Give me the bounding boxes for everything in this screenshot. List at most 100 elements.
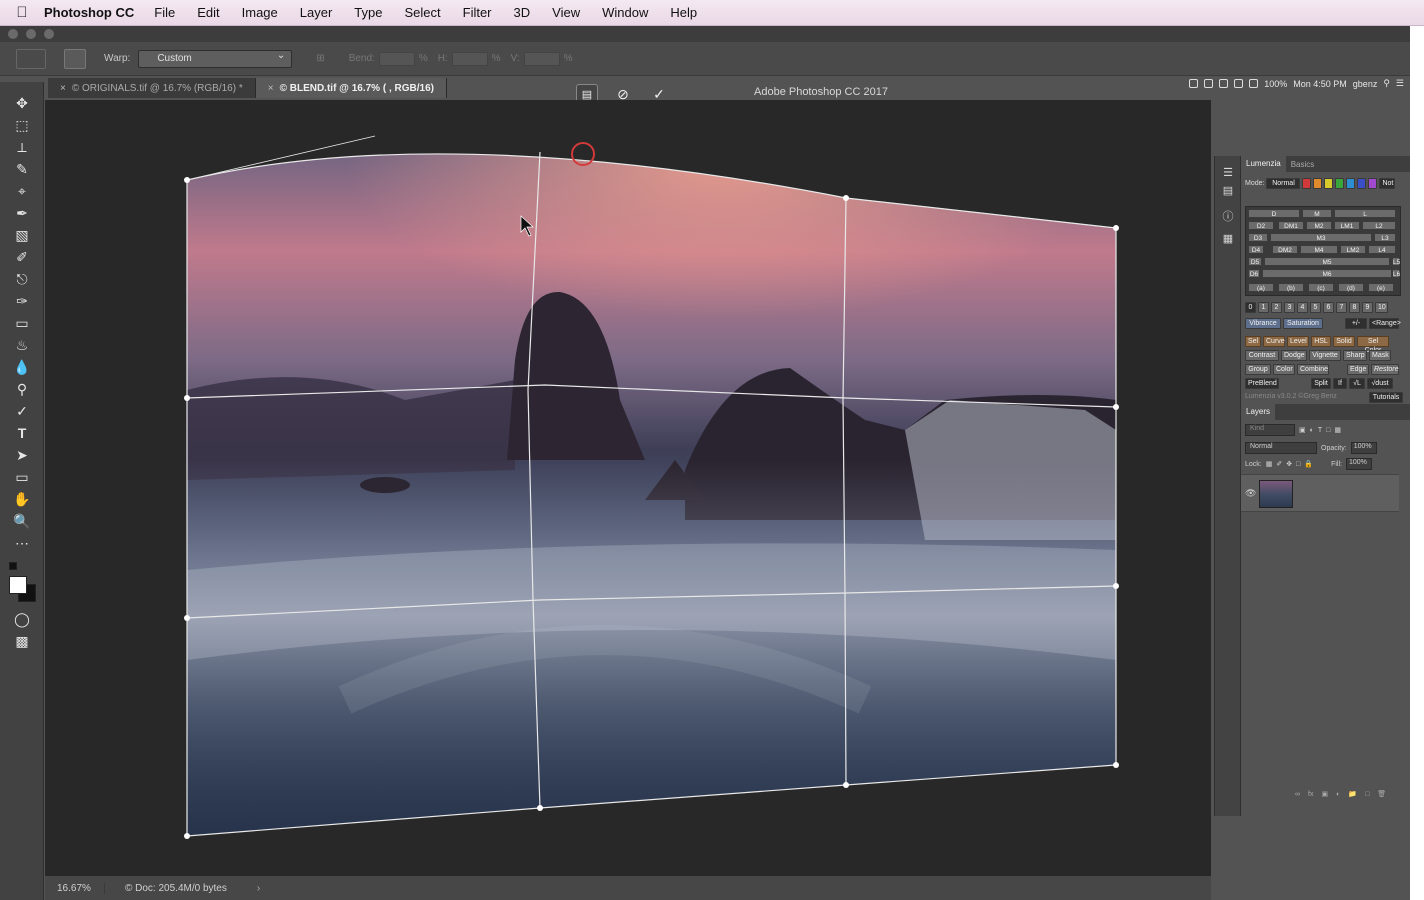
menu-select[interactable]: Select bbox=[404, 5, 440, 20]
restore-button[interactable]: Restore bbox=[1371, 364, 1399, 375]
color-swatch-cyan[interactable] bbox=[1346, 178, 1356, 189]
menu-image[interactable]: Image bbox=[242, 5, 278, 20]
lock-image-icon[interactable]: ✐ bbox=[1276, 460, 1282, 468]
add-mask-icon[interactable]: ▣ bbox=[1321, 790, 1328, 798]
status-menu-icon[interactable]: › bbox=[257, 883, 260, 894]
menu-3d[interactable]: 3D bbox=[514, 5, 531, 20]
color-swatch-red[interactable] bbox=[1302, 178, 1312, 189]
layer-thumbnail[interactable] bbox=[1259, 480, 1293, 508]
mask-b[interactable]: (b) bbox=[1278, 283, 1304, 292]
dodge-tool-icon[interactable]: ⚲ bbox=[10, 380, 34, 398]
more-tools-icon[interactable]: ⋯ bbox=[10, 534, 34, 552]
new-layer-icon[interactable]: □ bbox=[1365, 791, 1369, 798]
paint-bucket-tool-icon[interactable]: ♨ bbox=[10, 336, 34, 354]
plus-minus-button[interactable]: +/- bbox=[1345, 318, 1367, 329]
mask-l3[interactable]: L3 bbox=[1374, 233, 1396, 242]
sel-color-button[interactable]: Sel Color bbox=[1357, 336, 1389, 354]
mask-dm1[interactable]: DM1 bbox=[1278, 221, 1304, 230]
hand-tool-icon[interactable]: ✋ bbox=[10, 490, 34, 508]
mask-m[interactable]: M bbox=[1302, 209, 1332, 218]
filter-smart-icon[interactable]: ▦ bbox=[1334, 426, 1341, 434]
mask-d[interactable]: D bbox=[1248, 209, 1300, 218]
lock-artboard-icon[interactable]: □ bbox=[1296, 461, 1300, 468]
mask-e[interactable]: (e) bbox=[1368, 283, 1394, 292]
sharp-button[interactable]: Sharp bbox=[1343, 350, 1367, 361]
lock-transparent-icon[interactable]: ▦ bbox=[1266, 460, 1273, 468]
level-button[interactable]: Level bbox=[1287, 336, 1309, 347]
warp-style-select[interactable]: Custom bbox=[138, 48, 293, 68]
eraser-tool-icon[interactable]: ▭ bbox=[10, 314, 34, 332]
zone-5[interactable]: 5 bbox=[1310, 302, 1321, 313]
solid-button[interactable]: Solid bbox=[1333, 336, 1355, 347]
mask-button[interactable]: Mask bbox=[1369, 350, 1391, 361]
mask-lm2[interactable]: LM2 bbox=[1340, 245, 1366, 254]
mask-d4[interactable]: D4 bbox=[1248, 245, 1264, 254]
photo-with-warp-grid[interactable] bbox=[45, 100, 1211, 876]
close-window-icon[interactable] bbox=[8, 29, 18, 39]
mask-m3[interactable]: M3 bbox=[1270, 233, 1372, 242]
zone-6[interactable]: 6 bbox=[1323, 302, 1334, 313]
sqrt-l-button[interactable]: √L bbox=[1349, 378, 1365, 389]
preblend-button[interactable]: PreBlend bbox=[1245, 378, 1279, 389]
tool-preset-picker[interactable] bbox=[16, 48, 46, 69]
pen-tool-icon[interactable]: ✓ bbox=[10, 402, 34, 420]
histogram-panel-icon[interactable]: ▤ bbox=[1221, 184, 1235, 198]
history-brush-tool-icon[interactable]: ✑ bbox=[10, 292, 34, 310]
healing-tool-icon[interactable]: ▧ bbox=[10, 226, 34, 244]
notifications-icon[interactable]: ☰ bbox=[1396, 78, 1404, 89]
color-button[interactable]: Color bbox=[1273, 364, 1295, 375]
vignette-button[interactable]: Vignette bbox=[1309, 350, 1341, 361]
zoom-level[interactable]: 16.67% bbox=[45, 882, 105, 894]
link-layers-icon[interactable]: ∞ bbox=[1295, 791, 1300, 798]
zone-4[interactable]: 4 bbox=[1297, 302, 1308, 313]
filter-shape-icon[interactable]: □ bbox=[1326, 427, 1330, 434]
range-button[interactable]: <Range> bbox=[1369, 318, 1401, 329]
default-colors-icon[interactable] bbox=[9, 562, 17, 570]
filter-type-icon[interactable]: T bbox=[1318, 427, 1322, 434]
menu-window[interactable]: Window bbox=[602, 5, 648, 20]
mask-m2[interactable]: M2 bbox=[1306, 221, 1332, 230]
mask-m5[interactable]: M5 bbox=[1264, 257, 1390, 266]
zone-2[interactable]: 2 bbox=[1271, 302, 1282, 313]
apple-icon[interactable]:  bbox=[0, 4, 44, 21]
h-distortion-field[interactable] bbox=[451, 51, 488, 66]
shape-tool-icon[interactable]: ▭ bbox=[10, 468, 34, 486]
layer-row[interactable]: 👁 bbox=[1241, 474, 1399, 512]
zone-7[interactable]: 7 bbox=[1336, 302, 1347, 313]
delete-layer-icon[interactable]: 🗑 bbox=[1377, 790, 1386, 798]
menu-file[interactable]: File bbox=[154, 5, 175, 20]
group-button[interactable]: Group bbox=[1245, 364, 1271, 375]
screen-mode-icon[interactable]: ▩ bbox=[10, 632, 34, 650]
mode-select[interactable]: Normal bbox=[1266, 178, 1301, 189]
mask-m6[interactable]: M6 bbox=[1262, 269, 1392, 278]
menu-help[interactable]: Help bbox=[670, 5, 697, 20]
split-button[interactable]: Split bbox=[1311, 378, 1331, 389]
lock-position-icon[interactable]: ✥ bbox=[1286, 460, 1292, 468]
dodge-button[interactable]: Dodge bbox=[1281, 350, 1307, 361]
wifi-icon[interactable] bbox=[1234, 79, 1244, 88]
menu-edit[interactable]: Edit bbox=[197, 5, 219, 20]
mask-l4[interactable]: L4 bbox=[1368, 245, 1396, 254]
v-distortion-field[interactable] bbox=[523, 51, 560, 66]
zone-9[interactable]: 9 bbox=[1362, 302, 1373, 313]
lock-all-icon[interactable]: 🔒 bbox=[1304, 460, 1313, 468]
cloud-icon[interactable] bbox=[1204, 79, 1214, 88]
info-panel-icon[interactable]: ⓘ bbox=[1221, 208, 1235, 223]
mask-d3[interactable]: D3 bbox=[1248, 233, 1268, 242]
bend-field[interactable] bbox=[378, 51, 415, 66]
mask-dm2[interactable]: DM2 bbox=[1272, 245, 1298, 254]
color-swatch-yellow[interactable] bbox=[1324, 178, 1334, 189]
new-group-icon[interactable]: 📁 bbox=[1348, 790, 1357, 798]
warp-grid-toggle[interactable] bbox=[64, 48, 86, 69]
opacity-field[interactable]: 100% bbox=[1350, 442, 1377, 454]
color-swatch-blue[interactable] bbox=[1357, 178, 1367, 189]
tab-layers[interactable]: Layers bbox=[1241, 404, 1276, 420]
hsl-button[interactable]: HSL bbox=[1311, 336, 1331, 347]
stamp-tool-icon[interactable]: ⎋ bbox=[10, 270, 34, 288]
mask-c[interactable]: (c) bbox=[1308, 283, 1334, 292]
menu-view[interactable]: View bbox=[552, 5, 580, 20]
tab-basics[interactable]: Basics bbox=[1286, 160, 1320, 169]
adjustment-layer-icon[interactable]: ◐ bbox=[1336, 791, 1340, 798]
mask-lm1[interactable]: LM1 bbox=[1334, 221, 1360, 230]
tutorials-button[interactable]: Tutorials bbox=[1369, 392, 1403, 403]
